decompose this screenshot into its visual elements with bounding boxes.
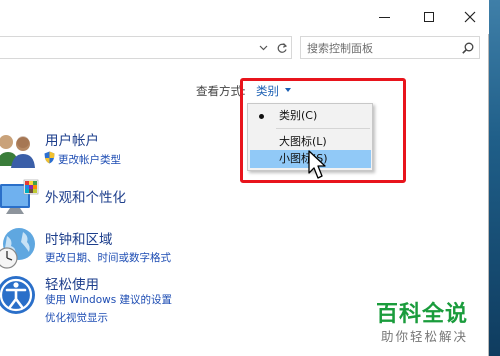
watermark-subtitle: 助你轻松解决	[381, 329, 469, 344]
close-icon	[464, 11, 476, 23]
link-use-recommended-settings[interactable]: 使用 Windows 建议的设置	[45, 292, 172, 307]
mouse-pointer-icon	[308, 150, 326, 179]
desktop-background	[489, 0, 500, 356]
search-box[interactable]	[300, 36, 480, 59]
title-bar	[0, 0, 489, 34]
minimize-button[interactable]	[363, 0, 405, 34]
address-bar[interactable]	[0, 36, 277, 59]
clock-globe-icon[interactable]	[0, 226, 37, 270]
appearance-icon[interactable]	[0, 178, 40, 220]
category-appearance[interactable]: 外观和个性化	[45, 186, 126, 206]
link-change-date-time-format[interactable]: 更改日期、时间或数字格式	[45, 250, 171, 265]
category-clock-region[interactable]: 时钟和区域	[45, 228, 113, 248]
maximize-icon	[424, 12, 434, 22]
link-change-account-type[interactable]: 更改帐户类型	[58, 152, 121, 167]
ease-of-access-icon[interactable]	[0, 274, 38, 316]
address-history-dropdown[interactable]	[256, 40, 270, 56]
refresh-icon	[277, 42, 287, 53]
view-by-label: 查看方式:	[196, 84, 246, 98]
close-button[interactable]	[449, 0, 491, 34]
category-ease-of-access[interactable]: 轻松使用	[45, 273, 99, 293]
control-panel-window: 查看方式: 类别 类别(C) 大图标(L) 小图标(S) 用户帐户 更改帐户类型	[0, 0, 489, 356]
search-icon[interactable]	[461, 41, 475, 55]
link-optimize-visual-display[interactable]: 优化视觉显示	[45, 310, 108, 325]
chevron-down-icon	[259, 45, 267, 51]
category-user-accounts[interactable]: 用户帐户	[45, 129, 99, 149]
refresh-button[interactable]	[272, 36, 292, 59]
uac-shield-icon	[44, 151, 55, 164]
minimize-icon	[378, 16, 390, 18]
maximize-button[interactable]	[408, 0, 450, 34]
users-icon[interactable]	[0, 130, 36, 170]
watermark-title: 百科全说	[376, 302, 469, 327]
search-input[interactable]	[307, 39, 457, 57]
